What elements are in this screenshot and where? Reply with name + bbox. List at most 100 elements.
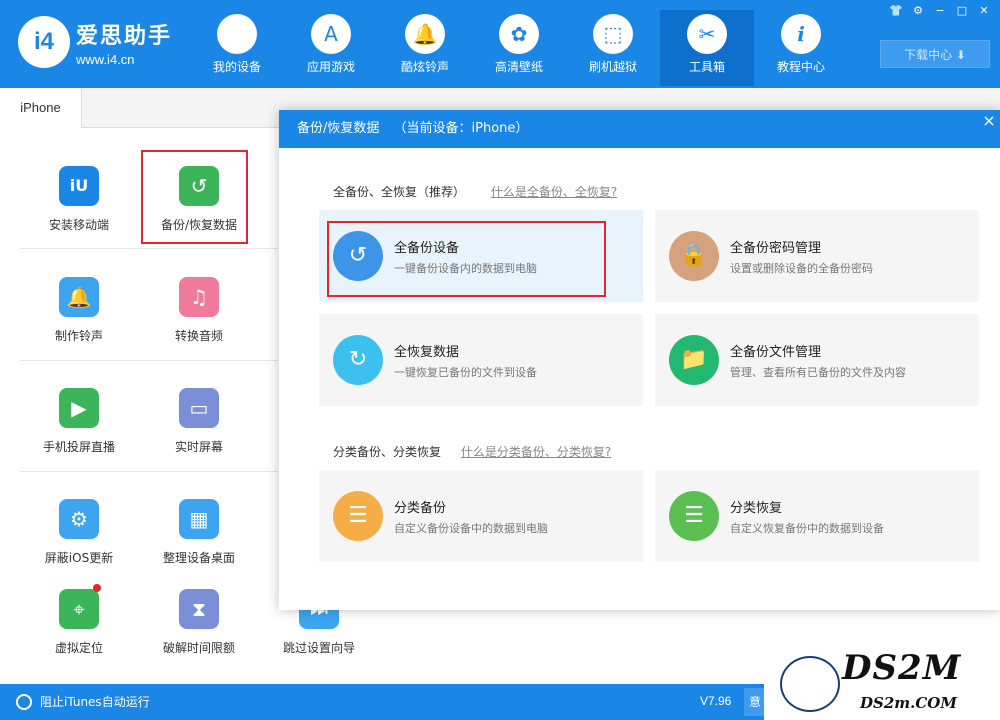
lock-icon: 🔒 <box>669 231 719 281</box>
hourglass-icon: ⧗ <box>179 589 219 629</box>
nav-toolbox[interactable]: ✂ 工具箱 <box>660 10 754 86</box>
nav-flash-jailbreak[interactable]: ⬚ 刷机越狱 <box>566 10 660 86</box>
watermark: DS2M DS2m.COM <box>764 646 1000 720</box>
tool-label: 实时屏幕 <box>174 440 223 454</box>
download-center-button[interactable]: 下载中心 ⬇ <box>880 40 990 68</box>
divider <box>20 471 278 472</box>
maximize-icon[interactable]: □ <box>952 2 972 20</box>
tool-install-mobile[interactable]: iU 安装移动端 <box>24 158 134 254</box>
card-desc: 一键恢复已备份的文件到设备 <box>394 366 537 379</box>
tool-block-ios-update[interactable]: ⚙ 屏蔽iOS更新 <box>24 491 134 587</box>
card-category-restore[interactable]: ☰ 分类恢复 自定义恢复备份中的数据到设备 <box>655 470 979 562</box>
bell-icon: 🔔 <box>405 14 445 54</box>
monitor-icon: ▭ <box>179 388 219 428</box>
apple-icon <box>217 14 257 54</box>
i4-logo-icon[interactable]: i4 <box>18 16 70 68</box>
highlight-box <box>141 150 248 244</box>
notification-dot <box>93 584 101 592</box>
minimize-icon[interactable]: − <box>930 2 950 20</box>
full-restore-icon: ↻ <box>333 335 383 385</box>
tool-label: 安装移动端 <box>48 218 109 232</box>
card-backup-files[interactable]: 📁 全备份文件管理 管理、查看所有已备份的文件及内容 <box>655 314 979 406</box>
tool-label: 转换音频 <box>174 329 223 343</box>
card-title: 全恢复数据 <box>394 345 460 360</box>
gear-block-icon: ⚙ <box>59 499 99 539</box>
card-full-restore[interactable]: ↻ 全恢复数据 一键恢复已备份的文件到设备 <box>319 314 643 406</box>
dialog-header: 备份/恢复数据 （当前设备：iPhone） <box>279 110 1000 148</box>
category-backup-icon: ☰ <box>333 491 383 541</box>
folder-icon: 📁 <box>669 335 719 385</box>
card-title: 全备份文件管理 <box>730 345 822 360</box>
nav-my-device[interactable]: 我的设备 <box>190 10 284 86</box>
screen-cast-icon: ▶ <box>59 388 99 428</box>
i4-app-icon: iU <box>59 166 99 206</box>
brand-url: www.i4.cn <box>76 52 135 67</box>
card-desc: 自定义恢复备份中的数据到设备 <box>730 522 884 535</box>
skin-icon[interactable]: 👕 <box>886 2 906 20</box>
nav-label: 高清壁纸 <box>494 60 543 74</box>
tools-icon: ✂ <box>687 14 727 54</box>
nav-label: 刷机越狱 <box>588 60 637 74</box>
music-note-icon: ♫ <box>179 277 219 317</box>
nav-label: 我的设备 <box>212 60 261 74</box>
settings-icon[interactable]: ⚙ <box>908 2 928 20</box>
help-link-full-backup[interactable]: 什么是全备份、全恢复? <box>491 185 617 199</box>
section-title: 分类备份、分类恢复 <box>333 445 442 459</box>
brand: 爱思助手 www.i4.cn <box>76 18 172 67</box>
tool-break-time-limit[interactable]: ⧗ 破解时间限额 <box>144 581 254 677</box>
section-title: 全备份、全恢复（推荐） <box>333 185 466 199</box>
card-title: 分类恢复 <box>730 501 783 516</box>
watermark-sub: DS2m.COM <box>860 694 957 712</box>
main-nav: 我的设备 A 应用游戏 🔔 酷炫铃声 ✿ 高清壁纸 ⬚ 刷机越狱 ✂ 工具箱 i… <box>190 0 848 88</box>
help-link-category-backup[interactable]: 什么是分类备份、分类恢复? <box>461 445 611 459</box>
backup-restore-dialog: 备份/恢复数据 （当前设备：iPhone） × 全备份、全恢复（推荐） 什么是全… <box>279 110 1000 610</box>
tool-screen-cast[interactable]: ▶ 手机投屏直播 <box>24 380 134 476</box>
version-label: V7.96 <box>700 694 732 708</box>
nav-tutorials[interactable]: i 教程中心 <box>754 10 848 86</box>
card-backup-password[interactable]: 🔒 全备份密码管理 设置或删除设备的全备份密码 <box>655 210 979 302</box>
nav-label: 教程中心 <box>776 60 825 74</box>
flower-icon: ✿ <box>499 14 539 54</box>
feedback-button[interactable]: 意 <box>744 688 766 716</box>
tool-label: 破解时间限额 <box>162 641 235 655</box>
orbit-logo-icon <box>780 656 840 712</box>
watermark-text: DS2M <box>842 648 962 688</box>
tool-label: 整理设备桌面 <box>162 551 235 565</box>
nav-label: 应用游戏 <box>306 60 355 74</box>
dialog-device-info: （当前设备：iPhone） <box>393 121 529 136</box>
close-icon[interactable]: ✕ <box>974 2 994 20</box>
nav-apps-games[interactable]: A 应用游戏 <box>284 10 378 86</box>
section-category-backup: 分类备份、分类恢复 什么是分类备份、分类恢复? <box>333 443 611 460</box>
tool-label: 手机投屏直播 <box>42 440 115 454</box>
nav-wallpapers[interactable]: ✿ 高清壁纸 <box>472 10 566 86</box>
tool-label: 屏蔽iOS更新 <box>44 551 114 565</box>
category-restore-icon: ☰ <box>669 491 719 541</box>
close-icon[interactable]: × <box>978 110 1000 132</box>
card-desc: 自定义备份设备中的数据到电脑 <box>394 522 548 535</box>
divider <box>20 360 278 361</box>
top-header: i4 爱思助手 www.i4.cn 我的设备 A 应用游戏 🔔 酷炫铃声 ✿ 高… <box>0 0 1000 88</box>
tool-convert-audio[interactable]: ♫ 转换音频 <box>144 269 254 365</box>
itunes-block-label: 阻止iTunes自动运行 <box>40 695 150 709</box>
tool-organize-desktop[interactable]: ▦ 整理设备桌面 <box>144 491 254 587</box>
card-category-backup[interactable]: ☰ 分类备份 自定义备份设备中的数据到电脑 <box>319 470 643 562</box>
card-title: 全备份密码管理 <box>730 241 822 256</box>
tool-label: 制作铃声 <box>54 329 103 343</box>
tool-virtual-location[interactable]: ⌖ 虚拟定位 <box>24 581 134 677</box>
nav-ringtones[interactable]: 🔔 酷炫铃声 <box>378 10 472 86</box>
dialog-title: 备份/恢复数据 <box>297 121 380 136</box>
section-full-backup: 全备份、全恢复（推荐） 什么是全备份、全恢复? <box>333 183 617 200</box>
divider <box>20 248 278 249</box>
highlight-box <box>327 221 606 297</box>
nav-label: 工具箱 <box>688 60 725 74</box>
tool-label: 虚拟定位 <box>54 641 103 655</box>
appstore-icon: A <box>311 14 351 54</box>
tab-iphone[interactable]: iPhone <box>0 88 82 129</box>
grid-icon: ▦ <box>179 499 219 539</box>
tool-make-ringtone[interactable]: 🔔 制作铃声 <box>24 269 134 365</box>
tool-label: 跳过设置向导 <box>282 641 355 655</box>
bell-plus-icon: 🔔 <box>59 277 99 317</box>
tool-realtime-screen[interactable]: ▭ 实时屏幕 <box>144 380 254 476</box>
itunes-block-toggle[interactable]: 阻止iTunes自动运行 <box>16 693 150 710</box>
card-title: 分类备份 <box>394 501 447 516</box>
